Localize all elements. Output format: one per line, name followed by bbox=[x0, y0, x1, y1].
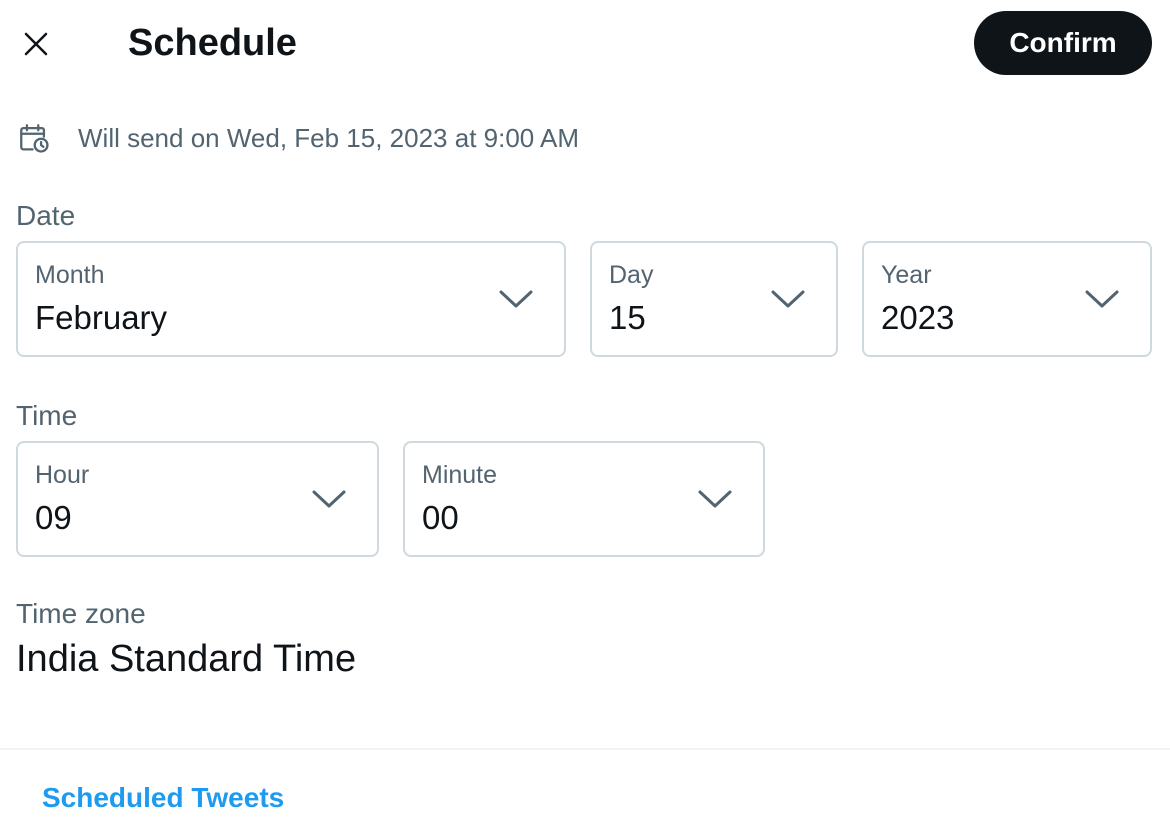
day-select-label: Day bbox=[609, 261, 654, 289]
time-label: Time bbox=[16, 400, 78, 431]
scheduled-tweets-link[interactable]: Scheduled Tweets bbox=[42, 782, 284, 814]
date-label: Date bbox=[16, 200, 76, 231]
close-button[interactable] bbox=[14, 22, 58, 66]
year-select-label: Year bbox=[881, 261, 932, 289]
month-select[interactable]: Month February bbox=[16, 241, 566, 357]
chevron-down-icon bbox=[698, 490, 732, 508]
close-icon bbox=[24, 32, 48, 56]
chevron-down-icon bbox=[312, 490, 346, 508]
minute-select[interactable]: Minute 00 bbox=[403, 441, 765, 557]
minute-select-label: Minute bbox=[422, 461, 498, 489]
minute-select-value: 00 bbox=[422, 499, 459, 536]
chevron-down-icon bbox=[499, 290, 533, 308]
month-select-label: Month bbox=[35, 261, 105, 289]
send-info-text: Will send on Wed, Feb 15, 2023 at 9:00 A… bbox=[78, 122, 580, 153]
page-title: Schedule bbox=[128, 22, 297, 64]
hour-select-label: Hour bbox=[35, 461, 90, 489]
chevron-down-icon bbox=[771, 290, 805, 308]
hour-select[interactable]: Hour 09 bbox=[16, 441, 379, 557]
day-select-value: 15 bbox=[609, 299, 646, 336]
timezone-label: Time zone bbox=[16, 598, 146, 629]
day-select[interactable]: Day 15 bbox=[590, 241, 838, 357]
chevron-down-icon bbox=[1085, 290, 1119, 308]
send-info: Will send on Wed, Feb 15, 2023 at 9:00 A… bbox=[16, 118, 579, 158]
calendar-clock-icon bbox=[16, 120, 52, 156]
timezone-value: India Standard Time bbox=[16, 638, 357, 680]
confirm-button[interactable]: Confirm bbox=[974, 11, 1152, 75]
hour-select-value: 09 bbox=[35, 499, 72, 536]
year-select[interactable]: Year 2023 bbox=[862, 241, 1152, 357]
schedule-dialog: Schedule Confirm Will send on Wed, Feb 1… bbox=[0, 0, 1170, 838]
divider bbox=[0, 748, 1170, 750]
year-select-value: 2023 bbox=[881, 299, 955, 336]
month-select-value: February bbox=[35, 299, 168, 336]
